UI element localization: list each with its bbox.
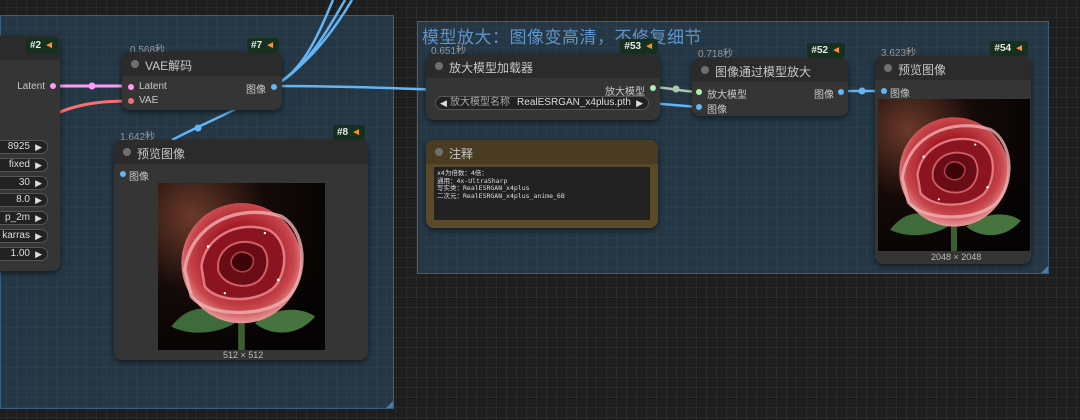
cfg-widget[interactable]: 8.0 ▶ <box>0 193 48 207</box>
fox-icon: ◄ <box>44 40 54 51</box>
note-textarea[interactable]: x4为倍数：4倍： 通用：4x-UltraSharp 写实类：RealESRGA… <box>433 166 651 221</box>
previous-arrow-icon[interactable]: ◀ <box>440 97 447 109</box>
input-upscale-model-slot[interactable] <box>696 89 702 95</box>
collapse-dot[interactable] <box>701 66 709 74</box>
upscale-model-name-select[interactable]: ◀ 放大模型名称 RealESRGAN_x4plus.pth ▶ <box>435 96 649 110</box>
output-image-slot[interactable] <box>838 89 844 95</box>
node-id-badge: #2 ◄ <box>25 38 58 53</box>
red-rose-image[interactable] <box>158 183 325 350</box>
input-image-label: 图像 <box>707 105 727 116</box>
steps-widget[interactable]: 30 ▶ <box>0 176 48 190</box>
denoise-widget[interactable]: 1.00 ▶ <box>0 247 48 261</box>
fox-icon: ◄ <box>831 45 841 56</box>
input-image-slot[interactable] <box>120 171 126 177</box>
image-size-label: 2048 × 2048 <box>931 252 982 262</box>
wire-midpoint <box>858 87 866 95</box>
increment-arrow-icon: ▶ <box>35 142 42 152</box>
increment-arrow-icon: ▶ <box>35 231 42 241</box>
node-note[interactable]: 注释 x4为倍数：4倍： 通用：4x-UltraSharp 写实类：RealES… <box>426 140 658 228</box>
wire-midpoint <box>672 85 680 93</box>
collapse-dot[interactable] <box>131 60 139 68</box>
input-upscale-model-label: 放大模型 <box>707 90 747 101</box>
input-image-slot[interactable] <box>696 104 702 110</box>
collapse-dot[interactable] <box>123 148 131 156</box>
increment-arrow-icon: ▶ <box>35 249 42 259</box>
node-id-badge: #7 ◄ <box>246 38 279 53</box>
input-vae-label: VAE <box>139 95 159 106</box>
note-text[interactable]: x4为倍数：4倍： 通用：4x-UltraSharp 写实类：RealESRGA… <box>437 169 565 200</box>
output-image-slot[interactable] <box>271 84 277 90</box>
collapse-dot[interactable] <box>435 148 443 156</box>
input-vae-slot[interactable] <box>128 98 134 104</box>
scheduler-widget[interactable]: karras ▶ <box>0 229 48 243</box>
node-ksampler[interactable]: #2 ◄ Latent 8925 ▶ fixed ▶ 30 ▶ 8.0 ▶ p_2m ▶ k… <box>0 36 60 271</box>
increment-arrow-icon: ▶ <box>35 178 42 188</box>
node-title: 预览图像 <box>137 147 186 161</box>
node-title: 放大模型加载器 <box>449 61 534 75</box>
output-image-label: 图像 <box>246 85 266 96</box>
node-title: 预览图像 <box>898 63 947 77</box>
node-preview-image-8[interactable]: 预览图像 #8 ◄ 图像 512 × 512 <box>114 125 368 360</box>
node-id-badge: #8 ◄ <box>332 125 365 140</box>
wire-midpoint <box>88 82 96 90</box>
red-rose-image[interactable] <box>878 99 1030 251</box>
collapse-dot[interactable] <box>435 62 443 70</box>
node-id-badge: #54 ◄ <box>990 41 1028 56</box>
increment-arrow-icon: ▶ <box>35 160 42 170</box>
node-preview-image-54[interactable]: 预览图像 #54 ◄ 图像 2048 × 2048 <box>875 41 1031 264</box>
wire-image-up-1 <box>273 0 335 88</box>
increment-arrow-icon: ▶ <box>35 213 42 223</box>
node-title: 图像通过模型放大 <box>715 65 812 79</box>
output-upscale-model-slot[interactable] <box>650 85 656 91</box>
wire-image-up-2 <box>273 0 347 88</box>
input-latent-slot[interactable] <box>128 84 134 90</box>
fox-icon: ◄ <box>265 40 275 51</box>
fox-icon: ◄ <box>351 127 361 138</box>
fox-icon: ◄ <box>1014 43 1024 54</box>
input-image-label: 图像 <box>890 89 910 100</box>
input-image-slot[interactable] <box>881 88 887 94</box>
node-image-upscale-with-model[interactable]: 图像通过模型放大 #52 ◄ 放大模型 图像 图像 <box>692 43 848 116</box>
output-latent-label: Latent <box>17 81 45 92</box>
node-title: VAE解码 <box>145 59 193 73</box>
input-latent-label: Latent <box>139 81 167 92</box>
next-arrow-icon[interactable]: ▶ <box>636 97 643 109</box>
input-image-label: 图像 <box>129 172 149 183</box>
node-title: 注释 <box>449 147 474 161</box>
node-upscale-model-loader[interactable]: 放大模型加载器 #53 ◄ 放大模型 ◀ 放大模型名称 RealESRGAN_x4… <box>426 39 660 120</box>
increment-arrow-icon: ▶ <box>35 195 42 205</box>
wire-vae <box>59 99 131 114</box>
node-id-badge: #52 ◄ <box>807 43 845 58</box>
output-latent-slot[interactable] <box>50 83 56 89</box>
node-vae-decode[interactable]: VAE解码 #7 ◄ Latent VAE 图像 <box>122 38 282 110</box>
control-after-generate-widget[interactable]: fixed ▶ <box>0 158 48 172</box>
collapse-dot[interactable] <box>884 64 892 72</box>
node-id-badge: #53 ◄ <box>620 39 658 54</box>
image-size-label: 512 × 512 <box>223 350 264 360</box>
output-image-label: 图像 <box>814 90 834 101</box>
wire-midpoint <box>194 124 202 132</box>
seed-widget[interactable]: 8925 ▶ <box>0 140 48 154</box>
sampler-widget[interactable]: p_2m ▶ <box>0 211 48 225</box>
fox-icon: ◄ <box>644 41 654 52</box>
